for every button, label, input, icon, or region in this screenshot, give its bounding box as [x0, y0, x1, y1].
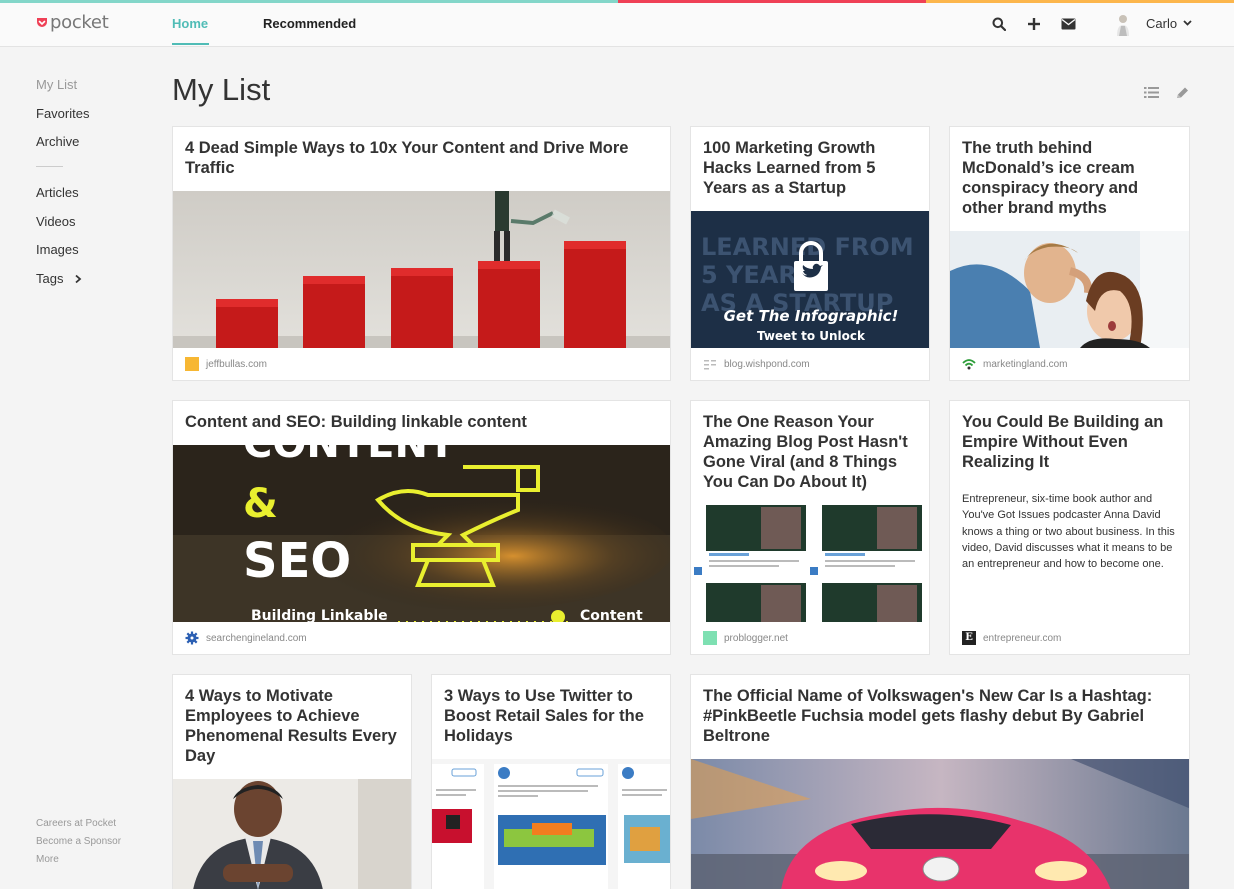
card-image[interactable]	[432, 759, 670, 889]
pocket-logo-icon	[37, 17, 47, 27]
sidebar-item-archive[interactable]: Archive	[36, 133, 136, 162]
sidebar-item-tags[interactable]: Tags	[36, 270, 136, 299]
favicon	[962, 359, 976, 370]
sidebar-item-videos[interactable]: Videos	[36, 213, 136, 242]
careers-link[interactable]: Careers at Pocket	[36, 818, 121, 836]
article-card[interactable]: The One Reason Your Amazing Blog Post Ha…	[690, 400, 930, 655]
chevron-right-icon	[75, 274, 82, 284]
mail-icon[interactable]	[1057, 13, 1079, 35]
card-image[interactable]	[691, 505, 929, 622]
article-card[interactable]: The truth behind McDonald’s ice cream co…	[949, 126, 1190, 381]
card-excerpt: Entrepreneur, six-time book author and Y…	[962, 493, 1175, 571]
gear-icon	[185, 631, 199, 645]
card-footer: blog.wishpond.com	[703, 357, 810, 371]
sponsor-link[interactable]: Become a Sponsor	[36, 836, 121, 854]
card-title[interactable]: The Official Name of Volkswagen's New Ca…	[703, 686, 1177, 746]
tab-recommended[interactable]: Recommended	[263, 16, 356, 31]
article-card[interactable]: 4 Ways to Motivate Employees to Achieve …	[172, 674, 412, 889]
user-name[interactable]: Carlo	[1146, 16, 1177, 31]
card-image[interactable]	[173, 779, 411, 889]
image-cta: Tweet to Unlock	[756, 329, 866, 343]
card-source[interactable]: blog.wishpond.com	[724, 359, 810, 370]
card-footer: problogger.net	[703, 631, 788, 645]
article-card[interactable]: Content and SEO: Building linkable conte…	[172, 400, 671, 655]
card-image[interactable]	[173, 191, 670, 348]
card-image[interactable]	[950, 231, 1189, 348]
add-icon[interactable]	[1023, 13, 1045, 35]
lock-icon	[794, 241, 828, 291]
pocket-logo[interactable]: pocket	[36, 12, 109, 33]
image-text: &	[243, 481, 278, 527]
image-text: Content	[580, 608, 643, 622]
page-title: My List	[172, 72, 271, 107]
sidebar-item-label: Tags	[36, 271, 64, 287]
sidebar-footer: Careers at Pocket Become a Sponsor More	[36, 818, 121, 872]
sidebar-item-my-list[interactable]: My List	[36, 76, 136, 105]
favicon	[703, 631, 717, 645]
card-footer: E entrepreneur.com	[962, 631, 1061, 645]
logo-text: pocket	[50, 12, 109, 33]
card-source[interactable]: problogger.net	[724, 633, 788, 644]
chevron-down-icon[interactable]	[1183, 16, 1192, 35]
card-title[interactable]: 4 Ways to Motivate Employees to Achieve …	[185, 686, 399, 766]
edit-icon[interactable]	[1175, 86, 1190, 100]
card-source[interactable]: marketingland.com	[983, 359, 1067, 370]
card-title[interactable]: 4 Dead Simple Ways to 10x Your Content a…	[185, 138, 658, 178]
sidebar: My List Favorites Archive Articles Video…	[36, 76, 136, 299]
card-title[interactable]: 3 Ways to Use Twitter to Boost Retail Sa…	[444, 686, 658, 746]
sidebar-item-images[interactable]: Images	[36, 241, 136, 270]
image-text: Building Linkable	[251, 608, 388, 622]
card-source[interactable]: entrepreneur.com	[983, 633, 1061, 644]
view-controls	[1144, 86, 1190, 100]
article-card[interactable]: 100 Marketing Growth Hacks Learned from …	[690, 126, 930, 381]
article-card[interactable]: 3 Ways to Use Twitter to Boost Retail Sa…	[431, 674, 671, 889]
card-image[interactable]: LEARNED FROM 5 YEARS AS A STARTUP Get Th…	[691, 211, 929, 348]
favicon	[704, 360, 716, 370]
sidebar-item-favorites[interactable]: Favorites	[36, 105, 136, 134]
card-title[interactable]: The truth behind McDonald’s ice cream co…	[962, 138, 1177, 218]
card-source[interactable]: searchengineland.com	[206, 633, 307, 644]
card-footer: marketingland.com	[962, 357, 1067, 371]
card-image[interactable]	[691, 759, 1189, 889]
list-view-icon[interactable]	[1144, 86, 1159, 99]
favicon: E	[962, 631, 976, 645]
favicon	[185, 357, 199, 371]
image-text: CONTENT	[243, 445, 455, 467]
card-footer: searchengineland.com	[185, 631, 307, 645]
avatar[interactable]	[1114, 13, 1132, 37]
card-title[interactable]: The One Reason Your Amazing Blog Post Ha…	[703, 412, 917, 492]
tab-home[interactable]: Home	[172, 16, 208, 31]
image-cta: Get The Infographic!	[723, 307, 899, 325]
active-tab-indicator	[172, 43, 209, 45]
card-title[interactable]: Content and SEO: Building linkable conte…	[185, 412, 658, 432]
card-footer: jeffbullas.com	[185, 357, 267, 371]
top-header: pocket Home Recommended Carlo	[0, 3, 1234, 47]
article-card[interactable]: 4 Dead Simple Ways to 10x Your Content a…	[172, 126, 671, 381]
search-icon[interactable]	[988, 13, 1010, 35]
article-card[interactable]: The Official Name of Volkswagen's New Ca…	[690, 674, 1190, 889]
card-title[interactable]: You Could Be Building an Empire Without …	[962, 412, 1177, 472]
sidebar-item-articles[interactable]: Articles	[36, 184, 136, 213]
card-source[interactable]: jeffbullas.com	[206, 359, 267, 370]
more-link[interactable]: More	[36, 854, 121, 872]
article-card[interactable]: You Could Be Building an Empire Without …	[949, 400, 1190, 655]
image-text: SEO	[243, 533, 352, 589]
sidebar-divider	[36, 166, 63, 168]
card-title[interactable]: 100 Marketing Growth Hacks Learned from …	[703, 138, 917, 198]
card-image[interactable]: CONTENT & SEO Building Linkable Content	[173, 445, 670, 622]
